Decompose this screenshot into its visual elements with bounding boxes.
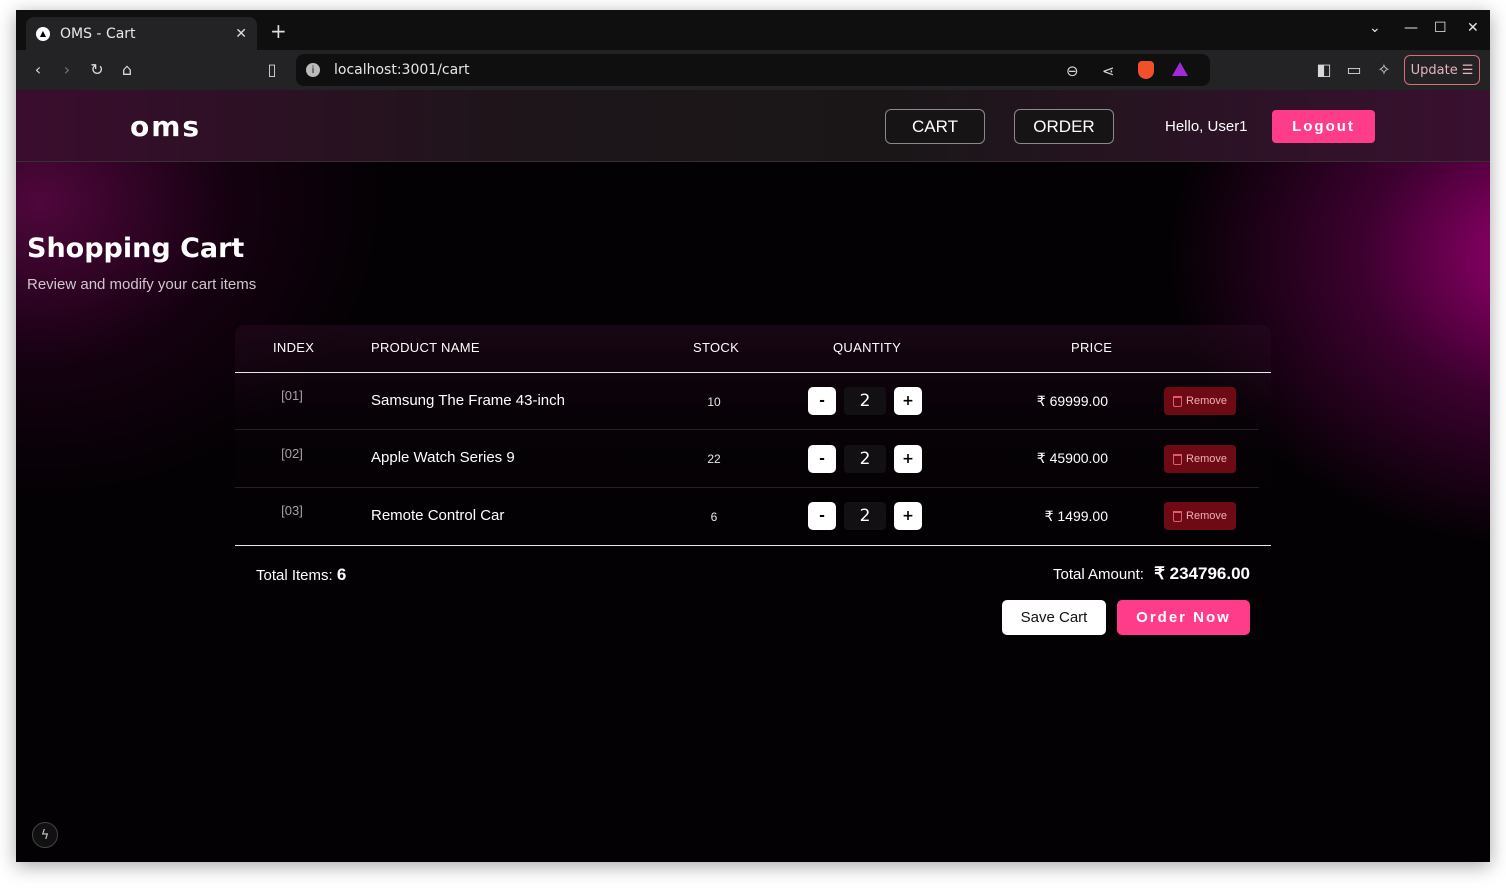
- total-items: Total Items: 6: [256, 565, 346, 585]
- trash-icon: [1173, 510, 1183, 522]
- decrement-button[interactable]: -: [808, 387, 836, 415]
- row-stock: 6: [710, 510, 718, 524]
- row-stock: 22: [707, 452, 721, 466]
- nav-order-button[interactable]: ORDER: [1014, 109, 1114, 144]
- total-amount-value: ₹ 234796.00: [1154, 564, 1250, 583]
- site-info-icon[interactable]: i: [306, 63, 320, 77]
- table-bottom-divider: [235, 545, 1271, 546]
- tab-search-chevron-icon[interactable]: ⌄: [1369, 20, 1381, 36]
- new-tab-button[interactable]: +: [270, 19, 287, 43]
- sidebar-icon[interactable]: ◧: [1314, 60, 1334, 79]
- trash-icon: [1173, 453, 1183, 465]
- quantity-value[interactable]: 2: [844, 387, 886, 415]
- brave-rewards-icon[interactable]: [1172, 62, 1188, 76]
- quantity-value[interactable]: 2: [844, 445, 886, 473]
- order-now-button[interactable]: Order Now: [1117, 600, 1250, 635]
- remove-label: Remove: [1186, 510, 1227, 522]
- increment-button[interactable]: +: [894, 502, 922, 530]
- total-amount: Total Amount: ₹ 234796.00: [1053, 564, 1250, 584]
- header-index: INDEX: [273, 340, 315, 355]
- row-stock: 10: [707, 395, 721, 409]
- header-price: PRICE: [1071, 340, 1113, 355]
- close-window-button[interactable]: ✕: [1467, 20, 1479, 36]
- browser-window: ▲ OMS - Cart ✕ + ⌄ — ☐ ✕ ‹ › ↻ ⌂ ▯ i loc…: [16, 10, 1490, 862]
- row-index: [03]: [281, 503, 303, 518]
- minimize-button[interactable]: —: [1404, 20, 1418, 36]
- remove-button[interactable]: Remove: [1164, 502, 1236, 530]
- address-bar[interactable]: i localhost:3001/cart ⊖ ⋖: [296, 54, 1210, 86]
- tab-close-icon[interactable]: ✕: [235, 26, 247, 42]
- decrement-button[interactable]: -: [808, 445, 836, 473]
- row-index: [01]: [281, 388, 303, 403]
- quantity-value[interactable]: 2: [844, 502, 886, 530]
- row-product-name: Samsung The Frame 43-inch: [371, 392, 565, 409]
- update-button[interactable]: Update ☰: [1404, 55, 1480, 85]
- forward-icon[interactable]: ›: [57, 60, 77, 79]
- total-amount-label: Total Amount:: [1053, 566, 1144, 583]
- total-items-value: 6: [336, 565, 347, 584]
- bookmark-icon[interactable]: ▯: [262, 60, 282, 79]
- browser-toolbar: ‹ › ↻ ⌂ ▯ i localhost:3001/cart ⊖ ⋖ ◧ ▭ …: [16, 50, 1490, 90]
- row-product-name: Apple Watch Series 9: [371, 449, 515, 466]
- browser-tab[interactable]: ▲ OMS - Cart ✕: [26, 17, 257, 50]
- row-price: ₹ 45900.00: [1036, 450, 1108, 466]
- page-subtitle: Review and modify your cart items: [27, 276, 257, 293]
- remove-label: Remove: [1186, 395, 1227, 407]
- tab-title: OMS - Cart: [60, 25, 136, 42]
- leo-ai-icon[interactable]: ✧: [1374, 60, 1394, 79]
- maximize-button[interactable]: ☐: [1434, 20, 1447, 36]
- row-product-name: Remote Control Car: [371, 507, 505, 524]
- share-icon[interactable]: ⋖: [1102, 62, 1115, 80]
- home-icon[interactable]: ⌂: [117, 60, 137, 79]
- header-stock: STOCK: [693, 340, 740, 355]
- header-divider: [235, 372, 1271, 373]
- back-icon[interactable]: ‹: [28, 60, 48, 79]
- save-cart-button[interactable]: Save Cart: [1002, 600, 1106, 635]
- reload-icon[interactable]: ↻: [87, 60, 107, 79]
- cart-table-card: [235, 325, 1271, 645]
- nav-cart-button[interactable]: CART: [885, 109, 985, 144]
- row-price: ₹ 69999.00: [1036, 393, 1108, 409]
- zoom-out-icon[interactable]: ⊖: [1066, 62, 1079, 80]
- nextjs-favicon-icon: ▲: [36, 26, 50, 41]
- app-logo[interactable]: oms: [130, 110, 201, 143]
- trash-icon: [1173, 395, 1183, 407]
- url-text[interactable]: localhost:3001/cart: [334, 62, 469, 78]
- menu-icon: ☰: [1461, 62, 1474, 78]
- brave-shields-icon[interactable]: [1138, 61, 1154, 79]
- row-divider: [235, 429, 1259, 430]
- header-product-name: PRODUCT NAME: [371, 340, 480, 355]
- update-label: Update: [1410, 62, 1458, 78]
- user-greeting: Hello, User1: [1165, 118, 1248, 135]
- remove-button[interactable]: Remove: [1164, 445, 1236, 473]
- row-divider: [235, 487, 1259, 488]
- remove-label: Remove: [1186, 453, 1227, 465]
- row-price: ₹ 1499.00: [1044, 508, 1108, 524]
- page-title: Shopping Cart: [27, 233, 245, 264]
- header-quantity: QUANTITY: [833, 340, 902, 355]
- increment-button[interactable]: +: [894, 387, 922, 415]
- logout-button[interactable]: Logout: [1272, 110, 1375, 143]
- remove-button[interactable]: Remove: [1164, 387, 1236, 415]
- wallet-icon[interactable]: ▭: [1344, 60, 1364, 79]
- decrement-button[interactable]: -: [808, 502, 836, 530]
- app-navbar: oms CART ORDER Hello, User1 Logout: [16, 90, 1490, 162]
- row-index: [02]: [281, 446, 303, 461]
- increment-button[interactable]: +: [894, 445, 922, 473]
- total-items-label: Total Items:: [256, 567, 333, 584]
- page-content: oms CART ORDER Hello, User1 Logout Shopp…: [16, 90, 1490, 862]
- tab-bar: ▲ OMS - Cart ✕ + ⌄ — ☐ ✕: [16, 10, 1490, 50]
- dev-tools-lightning-icon[interactable]: ϟ: [32, 822, 58, 848]
